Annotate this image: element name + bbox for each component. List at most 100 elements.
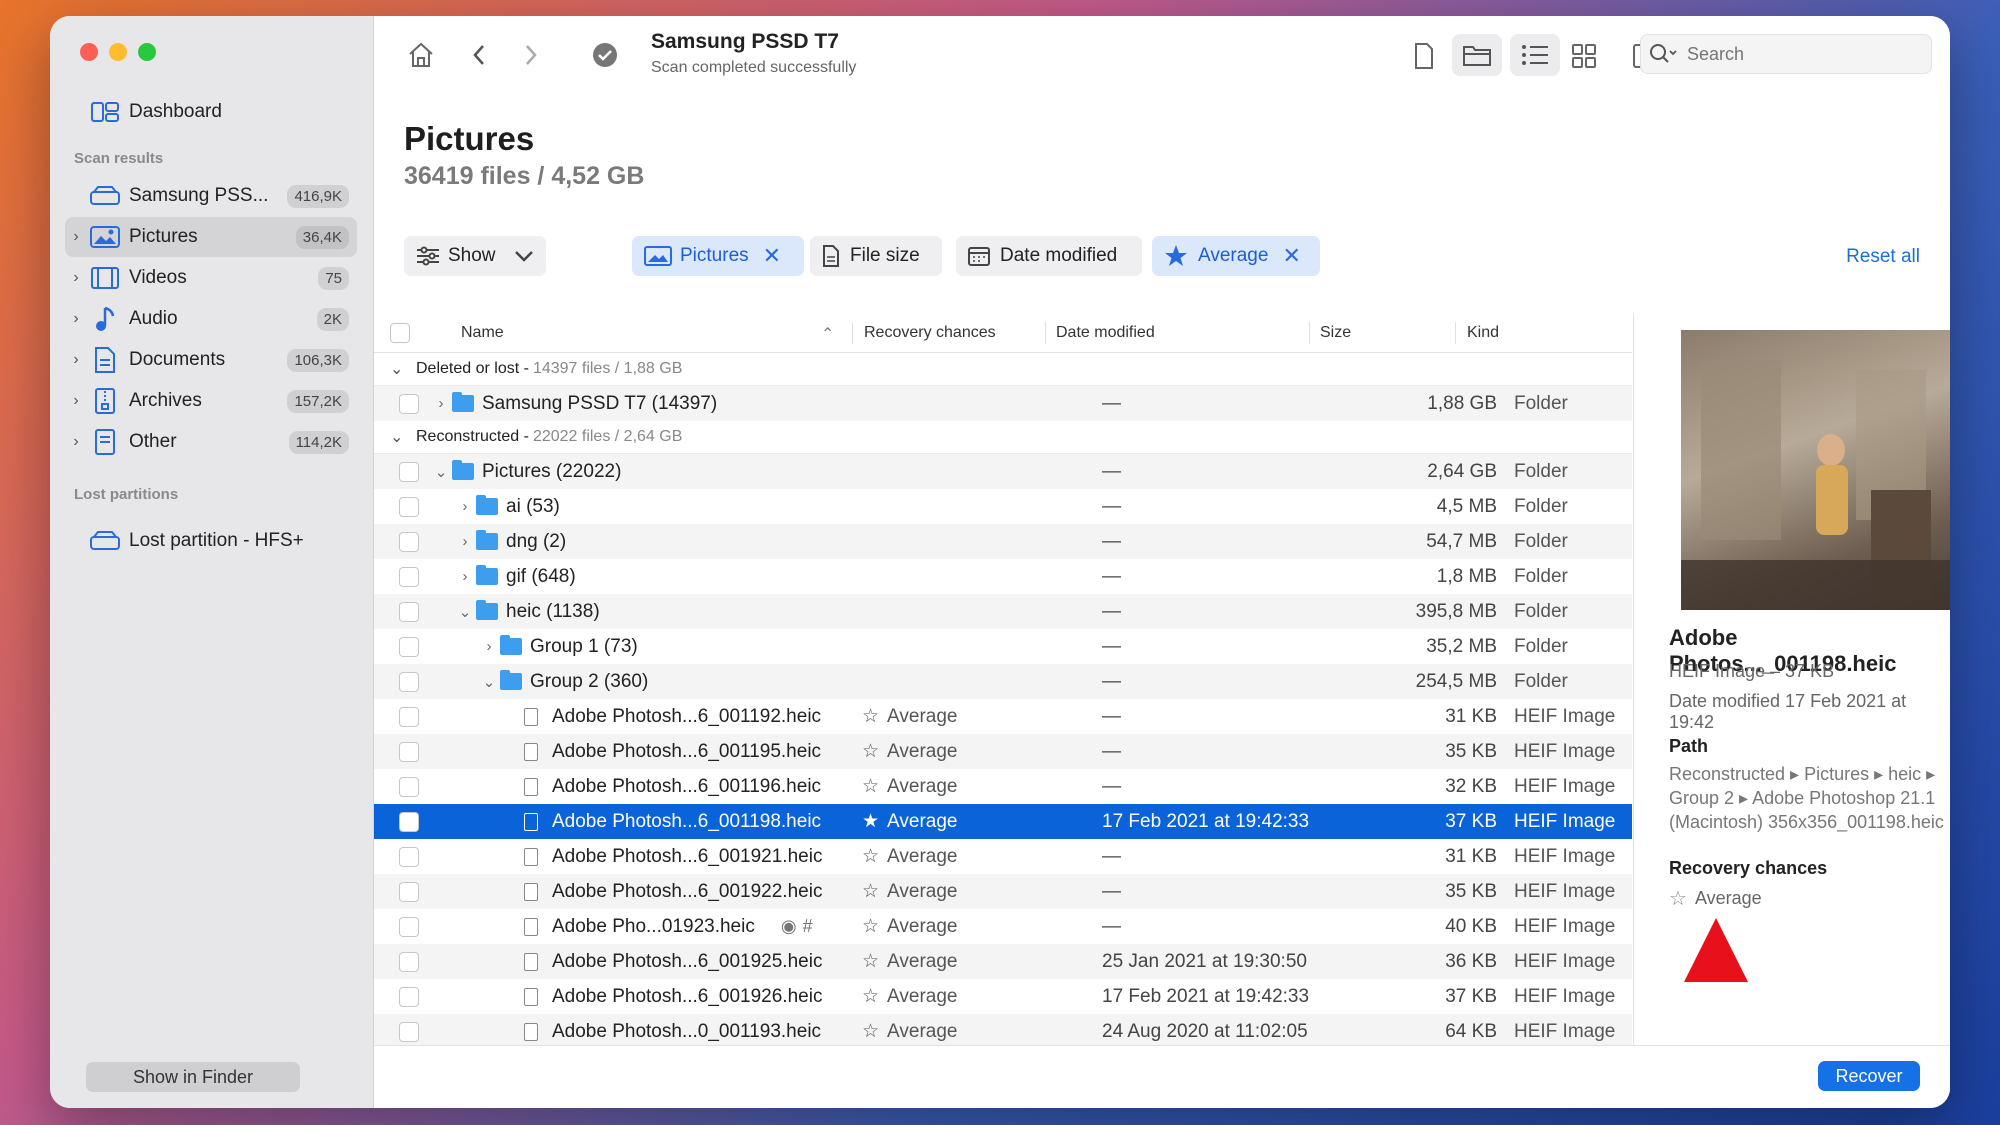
chevron-right-icon[interactable]: › <box>65 228 87 246</box>
table-row[interactable]: Adobe Photosh...6_001192.heic ☆ Average —… <box>374 699 1632 734</box>
table-row[interactable]: › dng (2) — 54,7 MB Folder <box>374 524 1632 559</box>
back-button[interactable] <box>464 38 494 72</box>
sidebar-item-drive[interactable]: Samsung PSS... 416,9K <box>65 176 357 216</box>
hash-icon[interactable]: # <box>803 916 813 937</box>
average-filter-chip[interactable]: Average ✕ <box>1152 236 1320 276</box>
reset-all-link[interactable]: Reset all <box>1846 246 1920 268</box>
column-size[interactable]: Size <box>1320 324 1351 342</box>
table-row[interactable]: › ai (53) — 4,5 MB Folder <box>374 489 1632 524</box>
forward-button[interactable] <box>516 38 546 72</box>
remove-filter-icon[interactable]: ✕ <box>763 243 781 269</box>
chevron-right-icon[interactable]: › <box>430 395 452 412</box>
file-view-button[interactable] <box>1406 38 1442 74</box>
sidebar-item-other[interactable]: › Other 114,2K <box>65 422 357 462</box>
show-filter-button[interactable]: Show <box>404 236 546 276</box>
film-icon <box>87 267 123 289</box>
chevron-right-icon[interactable]: › <box>65 392 87 410</box>
chevron-right-icon[interactable]: › <box>65 269 87 287</box>
row-checkbox[interactable] <box>399 846 419 867</box>
row-checkbox[interactable] <box>399 601 419 622</box>
zoom-window-button[interactable] <box>138 43 156 61</box>
row-checkbox[interactable] <box>399 951 419 972</box>
scan-status: Scan completed successfully <box>651 59 857 76</box>
row-checkbox[interactable] <box>399 811 419 832</box>
row-checkbox[interactable] <box>399 461 419 482</box>
chevron-down-icon[interactable]: ⌄ <box>390 359 406 379</box>
chevron-down-icon[interactable]: ⌄ <box>478 673 500 691</box>
group-header-reconstructed[interactable]: ⌄ Reconstructed - 22022 files / 2,64 GB <box>374 421 1632 454</box>
document-icon <box>1415 43 1433 69</box>
row-checkbox[interactable] <box>399 566 419 587</box>
chevron-right-icon[interactable]: › <box>454 498 476 515</box>
chevron-down-icon[interactable]: ⌄ <box>430 463 452 481</box>
show-in-finder-button[interactable]: Show in Finder <box>86 1062 300 1092</box>
sidebar-item-lost-partition[interactable]: Lost partition - HFS+ <box>65 521 357 561</box>
chevron-right-icon[interactable]: › <box>65 433 87 451</box>
table-row[interactable]: Adobe Photosh...6_001922.heic ☆ Average —… <box>374 874 1632 909</box>
close-window-button[interactable] <box>80 43 98 61</box>
search-input[interactable] <box>1685 42 1909 66</box>
row-checkbox[interactable] <box>399 531 419 552</box>
row-checkbox[interactable] <box>399 671 419 692</box>
column-recovery[interactable]: Recovery chances <box>864 324 996 342</box>
row-checkbox[interactable] <box>399 916 419 937</box>
table-row[interactable]: Adobe Photosh...0_001193.heic ☆ Average 2… <box>374 1014 1632 1049</box>
table-row[interactable]: ⌄ heic (1138) — 395,8 MB Folder <box>374 594 1632 629</box>
table-row[interactable]: Adobe Photosh...6_001925.heic ☆ Average 2… <box>374 944 1632 979</box>
sidebar-item-documents[interactable]: › Documents 106,3K <box>65 340 357 380</box>
select-all-checkbox[interactable] <box>390 323 410 343</box>
table-row[interactable]: Adobe Photosh...6_001921.heic ☆ Average —… <box>374 839 1632 874</box>
document-icon <box>823 245 839 267</box>
row-checkbox[interactable] <box>399 636 419 657</box>
sort-ascending-icon[interactable]: ⌃ <box>821 324 834 344</box>
sidebar-item-audio[interactable]: › Audio 2K <box>65 299 357 339</box>
row-checkbox[interactable] <box>399 706 419 727</box>
column-date[interactable]: Date modified <box>1056 324 1155 342</box>
table-row[interactable]: ⌄ Group 2 (360) — 254,5 MB Folder <box>374 664 1632 699</box>
row-checkbox[interactable] <box>399 986 419 1007</box>
row-checkbox[interactable] <box>399 496 419 517</box>
sidebar-item-pictures[interactable]: › Pictures 36,4K <box>65 217 357 257</box>
sidebar-item-dashboard[interactable]: Dashboard <box>65 92 357 132</box>
chevron-right-icon[interactable]: › <box>454 533 476 550</box>
remove-filter-icon[interactable]: ✕ <box>1282 243 1300 269</box>
table-row[interactable]: Adobe Photosh...6_001196.heic ☆ Average —… <box>374 769 1632 804</box>
count-badge: 36,4K <box>295 225 349 249</box>
recover-button[interactable]: Recover <box>1818 1061 1920 1091</box>
column-name[interactable]: Name <box>461 324 504 342</box>
row-checkbox[interactable] <box>399 776 419 797</box>
grid-view-button[interactable] <box>1564 36 1604 76</box>
pictures-filter-chip[interactable]: Pictures ✕ <box>632 236 804 276</box>
table-row[interactable]: Adobe Pho...01923.heic ◉ # ☆ Average — 40… <box>374 909 1632 944</box>
minimize-window-button[interactable] <box>109 43 127 61</box>
row-checkbox[interactable] <box>399 1021 419 1042</box>
row-checkbox[interactable] <box>399 393 419 414</box>
row-checkbox[interactable] <box>399 741 419 762</box>
sidebar-item-archives[interactable]: › Archives 157,2K <box>65 381 357 421</box>
table-row[interactable]: Adobe Photosh...6_001926.heic ☆ Average 1… <box>374 979 1632 1014</box>
chevron-down-icon[interactable]: ⌄ <box>454 603 476 621</box>
table-row-selected[interactable]: Adobe Photosh...6_001198.heic ★ Average 1… <box>374 804 1632 839</box>
table-row[interactable]: Adobe Photosh...6_001195.heic ☆ Average —… <box>374 734 1632 769</box>
home-button[interactable] <box>404 38 438 72</box>
search-field[interactable] <box>1640 34 1932 74</box>
table-row[interactable]: ⌄ Pictures (22022) — 2,64 GB Folder <box>374 454 1632 489</box>
chevron-right-icon[interactable]: › <box>454 568 476 585</box>
file-size-filter-button[interactable]: File size <box>810 236 942 276</box>
list-view-button[interactable] <box>1510 34 1560 76</box>
sidebar-item-videos[interactable]: › Videos 75 <box>65 258 357 298</box>
chevron-right-icon[interactable]: › <box>65 351 87 369</box>
table-row[interactable]: › Samsung PSSD T7 (14397) — 1,88 GB Folde… <box>374 386 1632 421</box>
row-checkbox[interactable] <box>399 881 419 902</box>
group-header-deleted[interactable]: ⌄ Deleted or lost - 14397 files / 1,88 G… <box>374 353 1632 386</box>
chevron-right-icon[interactable]: › <box>65 310 87 328</box>
music-note-icon <box>87 306 123 332</box>
chevron-down-icon[interactable]: ⌄ <box>390 427 406 447</box>
chevron-right-icon[interactable]: › <box>478 638 500 655</box>
table-row[interactable]: › Group 1 (73) — 35,2 MB Folder <box>374 629 1632 664</box>
column-kind[interactable]: Kind <box>1467 324 1499 342</box>
folder-view-button[interactable] <box>1452 34 1502 76</box>
table-row[interactable]: › gif (648) — 1,8 MB Folder <box>374 559 1632 594</box>
date-modified-filter-button[interactable]: Date modified <box>956 236 1142 276</box>
eye-icon[interactable]: ◉ <box>781 916 797 937</box>
